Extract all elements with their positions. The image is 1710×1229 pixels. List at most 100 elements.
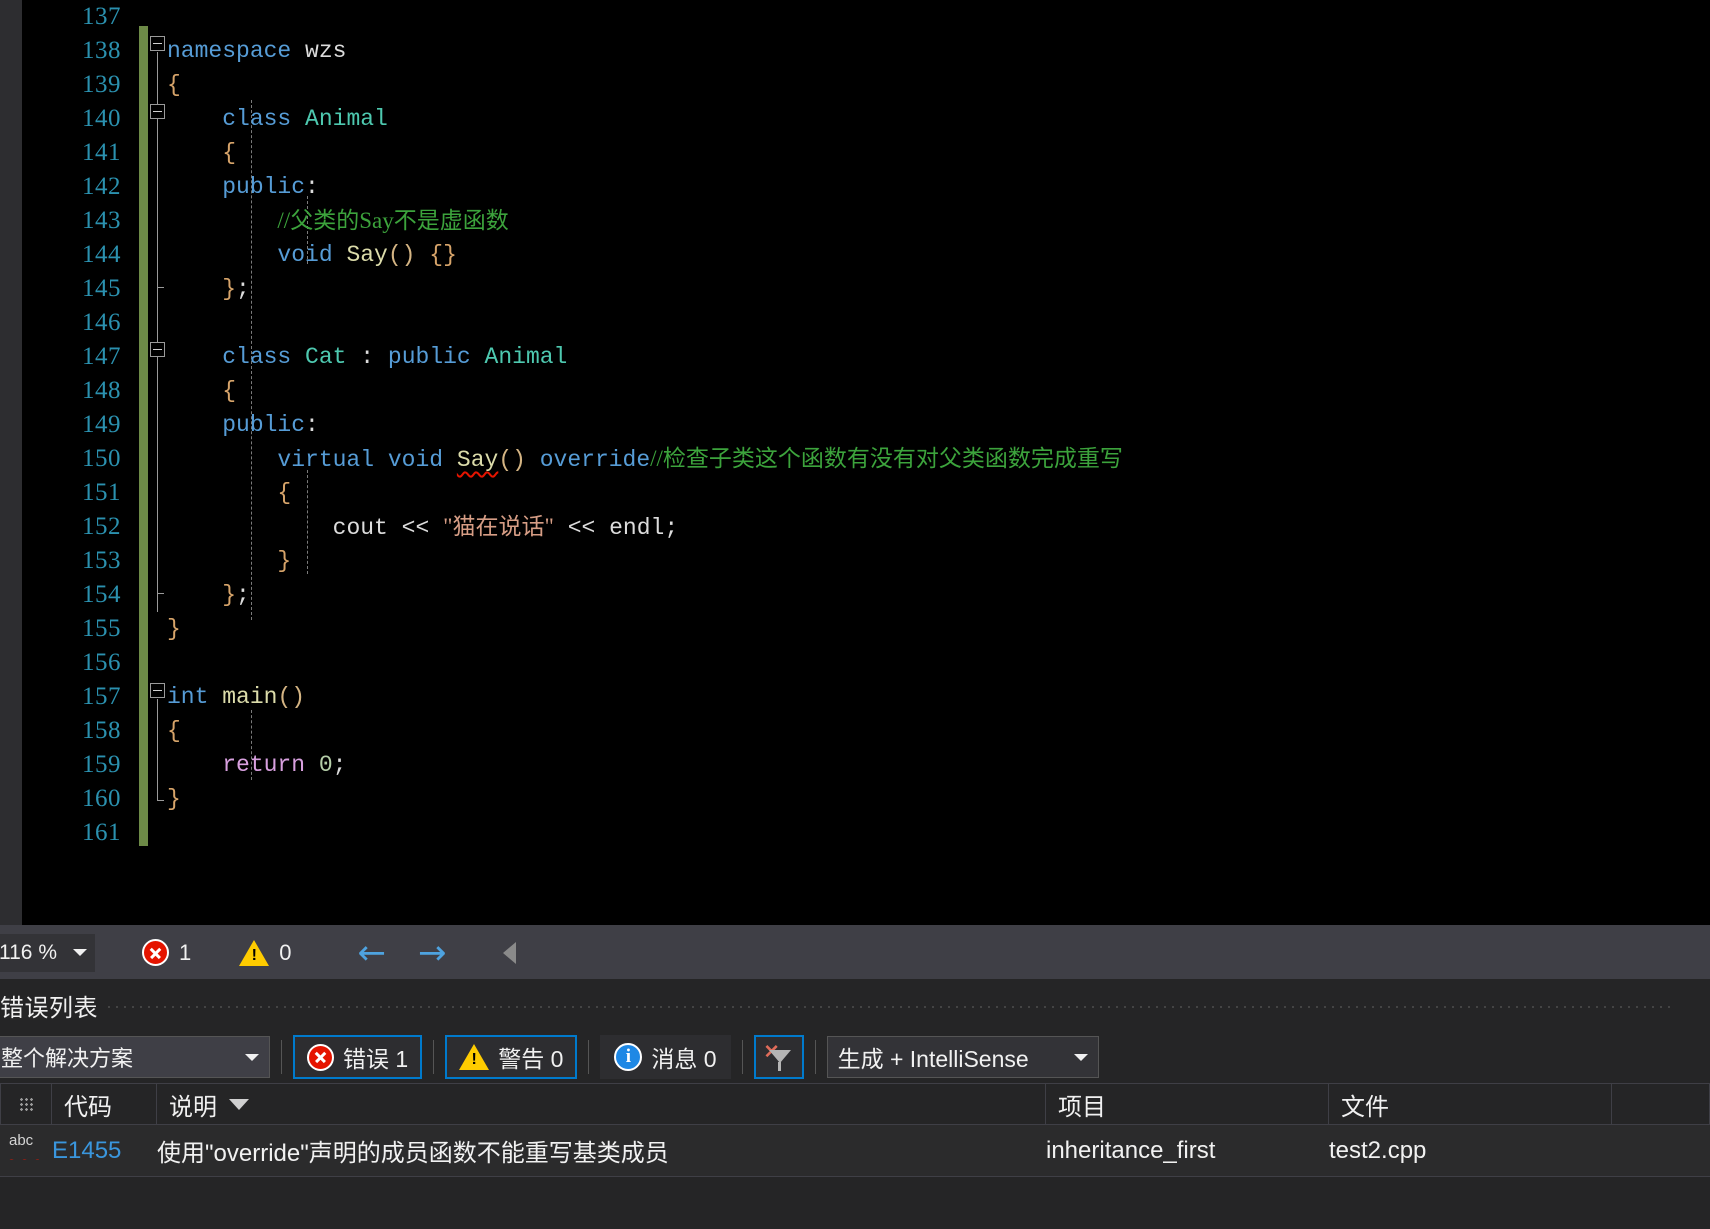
token-keyword: return — [222, 752, 306, 778]
line-number: 157 — [82, 683, 121, 710]
scope-filter-value: 整个解决方案 — [1, 1046, 134, 1071]
fold-toggle-namespace[interactable] — [150, 36, 165, 51]
row-project: inheritance_first — [1046, 1136, 1216, 1164]
error-list-panel: 错误列表 整个解决方案 错误 1 警告 0 i 消息 0 — [0, 979, 1710, 1229]
code-line: { — [167, 136, 1710, 170]
code-line: { — [167, 714, 1710, 748]
column-header-extra[interactable] — [1612, 1084, 1710, 1124]
filter-warnings-label: 警告 0 — [498, 1046, 564, 1072]
token-string: "猫在说话" — [443, 514, 554, 539]
fold-toggle-class-cat[interactable] — [150, 342, 165, 357]
code-line: public: — [222, 174, 319, 200]
fold-guide-class-animal — [157, 120, 164, 288]
token-brace: { — [277, 480, 292, 506]
column-header-project[interactable]: 项目 — [1046, 1084, 1329, 1124]
sort-descending-icon — [229, 1098, 249, 1110]
fold-toggle-main[interactable] — [150, 683, 165, 698]
line-number: 144 — [82, 241, 121, 268]
line-number: 137 — [82, 3, 121, 30]
code-line: public: — [222, 412, 319, 438]
token-base-type: Animal — [484, 344, 568, 370]
line-number: 149 — [82, 411, 121, 438]
info-icon: i — [614, 1043, 643, 1071]
code-text-area[interactable]: namespace wzs { class Animal { public: /… — [167, 0, 1710, 925]
line-number: 154 — [82, 581, 121, 608]
warning-icon — [459, 1044, 490, 1070]
token-punct: () — [277, 684, 306, 710]
token-brace: } — [277, 548, 292, 574]
column-header-description-label: 说明 — [169, 1093, 217, 1121]
token-function-name-error: Say — [456, 447, 499, 473]
code-line: return 0; — [222, 752, 347, 778]
code-line: int main() — [167, 680, 1710, 714]
table-header-row: 代码 说明 项目 文件 — [0, 1083, 1710, 1125]
filter-errors-button[interactable]: 错误 1 — [293, 1035, 423, 1079]
toolbar-separator — [741, 1040, 743, 1074]
line-number: 148 — [82, 377, 121, 404]
status-error-count[interactable]: 1 — [142, 939, 191, 966]
scope-filter-combobox[interactable]: 整个解决方案 — [0, 1036, 270, 1078]
build-source-value: 生成 + IntelliSense — [837, 1046, 1029, 1072]
token-brace: } — [222, 582, 237, 608]
zoom-level-combobox[interactable]: 116 % — [0, 932, 96, 973]
fold-toggle-class-animal[interactable] — [150, 104, 165, 119]
line-number: 156 — [82, 649, 121, 676]
token-punct: () — [387, 242, 416, 268]
filter-warnings-button[interactable]: 警告 0 — [445, 1035, 578, 1079]
line-number: 143 — [82, 207, 121, 234]
build-source-combobox[interactable]: 生成 + IntelliSense — [826, 1036, 1099, 1078]
fold-guide-main — [157, 699, 164, 801]
token-function-name: Say — [346, 242, 388, 268]
navigate-forward-button[interactable]: → — [418, 936, 447, 970]
line-number: 160 — [82, 785, 121, 812]
filter-errors-label: 错误 1 — [343, 1046, 409, 1072]
editor-left-margin — [0, 0, 22, 925]
token-number: 0 — [318, 752, 333, 778]
visual-studio-window: 137 138 139 140 141 142 143 144 145 146 … — [0, 0, 1710, 1229]
outlining-margin[interactable] — [139, 0, 167, 925]
code-line: void Say() {} — [167, 238, 1710, 272]
navigate-back-button[interactable]: ← — [358, 936, 387, 970]
filter-clear-icon: ✕ — [764, 1042, 794, 1072]
abc-squiggle-icon: abc 〜〜〜 — [7, 1131, 39, 1160]
row-description: 使用"override"声明的成员函数不能重写基类成员 — [157, 1140, 669, 1167]
warning-count-value: 0 — [279, 939, 292, 965]
token-keyword: virtual — [277, 447, 375, 473]
toolbar-separator — [433, 1040, 435, 1074]
fold-guide-class-cat — [157, 358, 164, 594]
filter-messages-button[interactable]: i 消息 0 — [600, 1035, 731, 1079]
column-header-selector[interactable] — [0, 1084, 52, 1124]
error-list-title: 错误列表 — [0, 994, 98, 1022]
error-icon — [307, 1043, 334, 1071]
scroll-left-icon[interactable] — [502, 941, 516, 964]
toolbar-drag-dots — [105, 1003, 1670, 1009]
token-brace: } — [167, 786, 181, 812]
error-list-title-row: 错误列表 — [0, 979, 1710, 1031]
token-keyword: public — [387, 344, 471, 370]
status-warning-count[interactable]: 0 — [239, 939, 292, 966]
editor-status-bar: 116 % 1 0 ← → — [0, 925, 1710, 979]
token-type-name: Animal — [305, 106, 388, 132]
toolbar-separator — [281, 1040, 282, 1074]
code-line: namespace wzs — [167, 34, 1710, 68]
column-header-file[interactable]: 文件 — [1329, 1084, 1612, 1124]
table-row[interactable]: abc 〜〜〜 E1455 使用"override"声明的成员函数不能重写基类成… — [0, 1125, 1710, 1177]
code-line: class Animal — [167, 102, 1710, 136]
toolbar-separator — [588, 1040, 590, 1074]
error-count-value: 1 — [179, 939, 192, 965]
clear-filters-button[interactable]: ✕ — [753, 1035, 804, 1079]
error-list-toolbar: 整个解决方案 错误 1 警告 0 i 消息 0 ✕ — [0, 1031, 1710, 1083]
column-header-code[interactable]: 代码 — [52, 1084, 157, 1124]
code-editor[interactable]: 137 138 139 140 141 142 143 144 145 146 … — [0, 0, 1710, 925]
column-header-description[interactable]: 说明 — [157, 1084, 1046, 1124]
line-number: 150 — [82, 445, 121, 472]
line-number: 152 — [82, 513, 121, 540]
zoom-level-value: 116 % — [0, 940, 57, 964]
line-number: 140 — [82, 105, 121, 132]
line-number: 147 — [82, 343, 121, 370]
token-keyword: void — [387, 447, 444, 473]
line-number: 139 — [82, 71, 121, 98]
line-number: 146 — [82, 309, 121, 336]
